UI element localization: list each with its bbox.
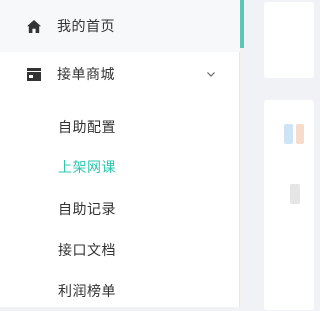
blurred-thumbnail (296, 124, 304, 144)
sidebar-item-shop[interactable]: 接单商城 (0, 48, 240, 100)
blurred-thumbnail (290, 184, 300, 204)
submenu-item-label: 自助配置 (58, 120, 116, 136)
sidebar-scrollbar-thumb[interactable] (240, 0, 244, 48)
submenu-item-list-course[interactable]: 上架网课 (0, 147, 240, 187)
sidebar-item-home[interactable]: 我的首页 (0, 0, 240, 52)
submenu-item-profit-ranking[interactable]: 利润榜单 (0, 271, 240, 311)
content-card (264, 2, 314, 78)
shop-icon (26, 66, 42, 82)
submenu-item-label: 利润榜单 (58, 284, 116, 300)
submenu-item-label: 上架网课 (58, 160, 116, 176)
sidebar: 我的首页 接单商城 自助配置 上架网课 自助记录 接口文档 利润榜单 (0, 0, 240, 307)
home-icon (26, 18, 42, 34)
submenu-item-self-config[interactable]: 自助配置 (0, 107, 240, 147)
chevron-down-icon[interactable] (206, 69, 216, 79)
sidebar-item-label: 接单商城 (57, 67, 115, 83)
sidebar-item-label: 我的首页 (57, 19, 115, 35)
content-card (264, 100, 314, 310)
submenu-item-label: 自助记录 (58, 202, 116, 218)
blurred-thumbnail (284, 124, 293, 144)
submenu-item-self-record[interactable]: 自助记录 (0, 189, 240, 229)
submenu-item-label: 接口文档 (58, 243, 116, 259)
submenu-item-api-docs[interactable]: 接口文档 (0, 230, 240, 270)
